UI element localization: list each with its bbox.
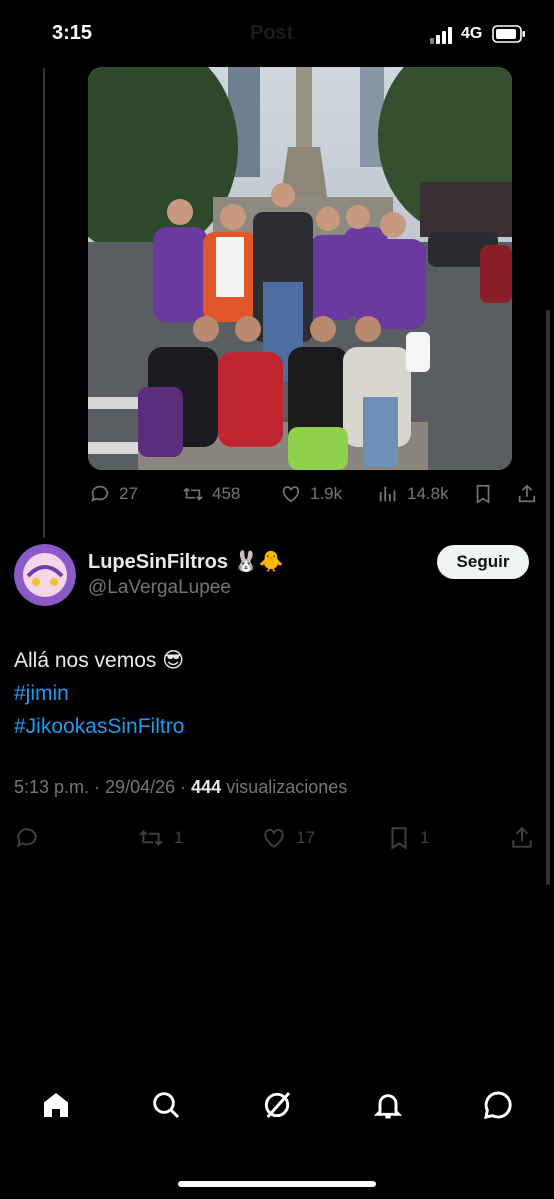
network-type: 4G: [461, 25, 483, 42]
heart-icon: [282, 486, 300, 503]
reply-icon: [16, 828, 37, 848]
thread-connector-line: [43, 68, 45, 538]
bookmark-count: 1: [420, 828, 430, 847]
quoted-views-button[interactable]: 14.8k: [377, 483, 449, 505]
messages-icon: [484, 1091, 512, 1119]
notifications-icon: [373, 1094, 403, 1119]
reply-icon: [91, 485, 109, 502]
tweet-text: Allá nos vemos 😎 #jimin #JikookasSinFilt…: [14, 644, 184, 743]
views-icon: [379, 486, 396, 502]
views-label: visualizaciones: [226, 777, 348, 797]
status-time: 3:15: [52, 22, 93, 44]
tab-search[interactable]: [146, 1085, 186, 1125]
follow-button[interactable]: Seguir: [437, 545, 529, 579]
share-icon: [518, 484, 536, 503]
quoted-reply-button[interactable]: 27: [89, 483, 138, 505]
repost-count: 1: [174, 828, 184, 847]
share-button[interactable]: [509, 825, 535, 851]
status-bar: 3:15 Post 4G: [0, 0, 554, 70]
repost-icon: [139, 830, 163, 846]
tab-bar: [0, 1085, 554, 1145]
home-icon: [44, 1093, 68, 1117]
tweet-date: 29/04/26: [105, 777, 176, 797]
repost-button[interactable]: 1: [136, 825, 183, 851]
tweet-body: Allá nos vemos 😎: [14, 649, 185, 672]
user-handle[interactable]: @LaVergaLupee: [88, 577, 231, 599]
search-icon: [153, 1092, 180, 1119]
hashtag-jikookassinfiltro[interactable]: #JikookasSinFiltro: [14, 710, 184, 743]
home-indicator[interactable]: [178, 1181, 376, 1187]
scrollbar[interactable]: [546, 310, 550, 885]
bookmark-icon: [391, 827, 407, 850]
tab-home[interactable]: [36, 1085, 76, 1125]
like-count: 17: [296, 828, 315, 847]
quoted-share-button[interactable]: [516, 483, 538, 505]
header-title: Post: [250, 22, 294, 44]
grok-icon: [264, 1092, 291, 1118]
tab-notifications[interactable]: [368, 1085, 408, 1125]
quoted-repost-count: 458: [212, 484, 241, 503]
reply-button[interactable]: [14, 825, 48, 851]
quoted-like-count: 1.9k: [310, 484, 343, 503]
tweet-meta: 5:13 p.m. · 29/04/26 · 444 visualizacion…: [14, 777, 348, 797]
tab-grok[interactable]: [257, 1085, 297, 1125]
heart-icon: [264, 828, 284, 848]
cell-signal-icon: [430, 26, 456, 44]
avatar[interactable]: [14, 544, 76, 606]
bookmark-button[interactable]: 1: [386, 825, 429, 851]
views-count: 444: [191, 777, 222, 797]
share-icon: [512, 826, 532, 848]
quoted-like-button[interactable]: 1.9k: [280, 483, 342, 505]
repost-icon: [183, 487, 203, 501]
display-name[interactable]: LupeSinFiltros 🐰🐥: [88, 549, 283, 574]
battery-icon: [492, 25, 525, 43]
quoted-reply-count: 27: [119, 484, 138, 503]
tab-messages[interactable]: [478, 1085, 518, 1125]
tweet-time: 5:13 p.m.: [14, 777, 90, 797]
post-photo[interactable]: [88, 67, 512, 470]
quoted-bookmark-button[interactable]: [472, 483, 494, 505]
quoted-views-count: 14.8k: [407, 484, 449, 503]
hashtag-jimin[interactable]: #jimin: [14, 677, 184, 710]
quoted-repost-button[interactable]: 458: [182, 483, 240, 505]
bookmark-icon: [476, 484, 490, 504]
like-button[interactable]: 17: [260, 825, 315, 851]
